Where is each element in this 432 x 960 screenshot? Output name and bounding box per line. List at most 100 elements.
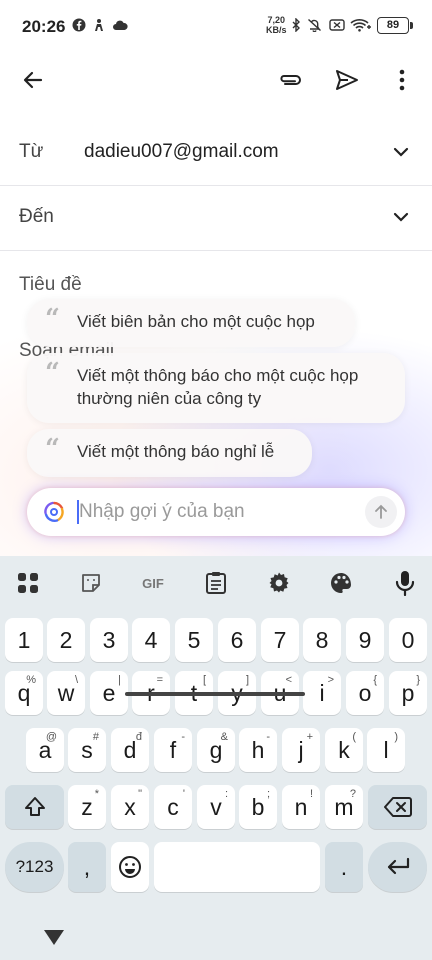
key-6[interactable]: 6	[218, 618, 256, 662]
key-c[interactable]: c '	[154, 785, 192, 829]
prompt-placeholder: Nhập gợi ý của bạn	[79, 501, 245, 522]
navigation-bar	[0, 916, 432, 960]
to-field[interactable]: Đến	[0, 185, 432, 251]
key-j[interactable]: j +	[282, 728, 320, 772]
bell-off-icon	[308, 18, 321, 32]
sticker-button[interactable]	[76, 568, 106, 598]
grid-icon	[18, 573, 38, 593]
key-9[interactable]: 9	[346, 618, 384, 662]
paperclip-icon	[280, 75, 301, 85]
gear-icon	[269, 572, 289, 593]
quote-icon: “	[45, 434, 60, 464]
key-8[interactable]: 8	[303, 618, 341, 662]
key-d[interactable]: dđ	[111, 728, 149, 772]
emoji-key[interactable]	[111, 842, 149, 892]
clipboard-button[interactable]	[201, 568, 231, 598]
battery-indicator: 89	[377, 17, 413, 34]
key-q[interactable]: q%	[5, 671, 43, 715]
key-i[interactable]: i >	[303, 671, 341, 715]
emoji-icon	[119, 856, 141, 878]
comma-key[interactable]: ,	[68, 842, 106, 892]
suggestion-text: Viết biên bản cho một cuộc họp	[77, 312, 315, 331]
back-button[interactable]	[15, 62, 51, 98]
key-o[interactable]: o{	[346, 671, 384, 715]
submit-prompt-button[interactable]	[365, 496, 397, 528]
status-time: 20:26	[22, 17, 66, 36]
space-bar[interactable]	[154, 842, 320, 892]
send-icon	[336, 70, 358, 90]
shift-icon	[24, 797, 45, 816]
key-0[interactable]: 0	[389, 618, 427, 662]
key-n[interactable]: n!	[282, 785, 320, 829]
suggestion-chip[interactable]: “ Viết một thông báo nghỉ lễ	[27, 429, 312, 477]
more-options-button[interactable]	[384, 62, 420, 98]
from-label: Từ	[19, 141, 44, 162]
key-h[interactable]: h-	[239, 728, 277, 772]
attach-button[interactable]	[273, 62, 309, 98]
key-x[interactable]: x "	[111, 785, 149, 829]
key-s[interactable]: s #	[68, 728, 106, 772]
enter-icon	[387, 857, 409, 875]
enter-key[interactable]	[368, 842, 427, 892]
person-icon	[95, 19, 103, 31]
microphone-icon	[395, 571, 415, 596]
key-l[interactable]: l)	[367, 728, 405, 772]
quote-icon: “	[45, 304, 60, 334]
to-label: Đến	[19, 206, 54, 227]
sticker-icon	[82, 574, 100, 592]
clipboard-icon	[206, 572, 226, 594]
key-w[interactable]: w \	[47, 671, 85, 715]
key-e[interactable]: e |	[90, 671, 128, 715]
more-vert-icon	[399, 69, 405, 91]
chevron-down-icon[interactable]	[392, 208, 410, 226]
wifi-icon	[350, 19, 371, 32]
status-bar: 20:26 7,20 KB/s 89	[0, 0, 432, 52]
palette-icon	[331, 573, 351, 593]
symbols-key[interactable]: ?123	[5, 842, 64, 892]
period-key[interactable]: .	[325, 842, 363, 892]
key-4[interactable]: 4	[132, 618, 170, 662]
key-1[interactable]: 1	[5, 618, 43, 662]
from-value: dadieu007@gmail.com	[84, 141, 279, 162]
ai-assistant-icon	[44, 501, 64, 523]
hide-keyboard-icon[interactable]	[43, 928, 65, 946]
cloud-icon	[113, 20, 128, 30]
key-g[interactable]: g &	[197, 728, 235, 772]
suggestion-text: Viết một thông báo nghỉ lễ	[77, 442, 275, 461]
keyboard: GIF 1 2 3 4 5 6 7 8 9 0 q% w\ e| r= t[ y…	[0, 556, 432, 960]
key-z[interactable]: z *	[68, 785, 106, 829]
home-indicator[interactable]	[125, 692, 305, 696]
settings-button[interactable]	[264, 568, 294, 598]
arrow-back-icon	[23, 71, 43, 89]
suggestion-chip[interactable]: “ Viết một thông báo cho một cuộc họp th…	[27, 353, 405, 423]
network-speed: 7,20 KB/s	[266, 15, 287, 35]
key-v[interactable]: v:	[197, 785, 235, 829]
key-p[interactable]: p}	[389, 671, 427, 715]
arrow-up-icon	[375, 504, 387, 519]
from-field[interactable]: Từ dadieu007@gmail.com	[0, 120, 432, 186]
prompt-input[interactable]: Nhập gợi ý của bạn	[27, 488, 405, 536]
key-a[interactable]: a @	[26, 728, 64, 772]
key-f[interactable]: f-	[154, 728, 192, 772]
keyboard-toolbar: GIF	[0, 556, 432, 610]
voice-input-button[interactable]	[390, 568, 420, 598]
theme-button[interactable]	[326, 568, 356, 598]
backspace-icon	[383, 797, 412, 817]
gif-button[interactable]: GIF	[137, 568, 169, 598]
backspace-key[interactable]	[368, 785, 427, 829]
key-5[interactable]: 5	[175, 618, 213, 662]
send-button[interactable]	[329, 62, 365, 98]
key-2[interactable]: 2	[47, 618, 85, 662]
key-k[interactable]: k(	[325, 728, 363, 772]
key-3[interactable]: 3	[90, 618, 128, 662]
suggestion-chip[interactable]: “ Viết biên bản cho một cuộc họp	[27, 299, 355, 347]
key-b[interactable]: b;	[239, 785, 277, 829]
apps-grid-button[interactable]	[13, 568, 43, 598]
suggestion-text: Viết một thông báo cho một cuộc họp thườ…	[77, 366, 359, 408]
shift-key[interactable]	[5, 785, 64, 829]
chevron-down-icon[interactable]	[392, 143, 410, 161]
key-7[interactable]: 7	[261, 618, 299, 662]
no-sim-icon	[329, 19, 345, 31]
key-m[interactable]: m?	[325, 785, 363, 829]
quote-icon: “	[45, 358, 60, 388]
